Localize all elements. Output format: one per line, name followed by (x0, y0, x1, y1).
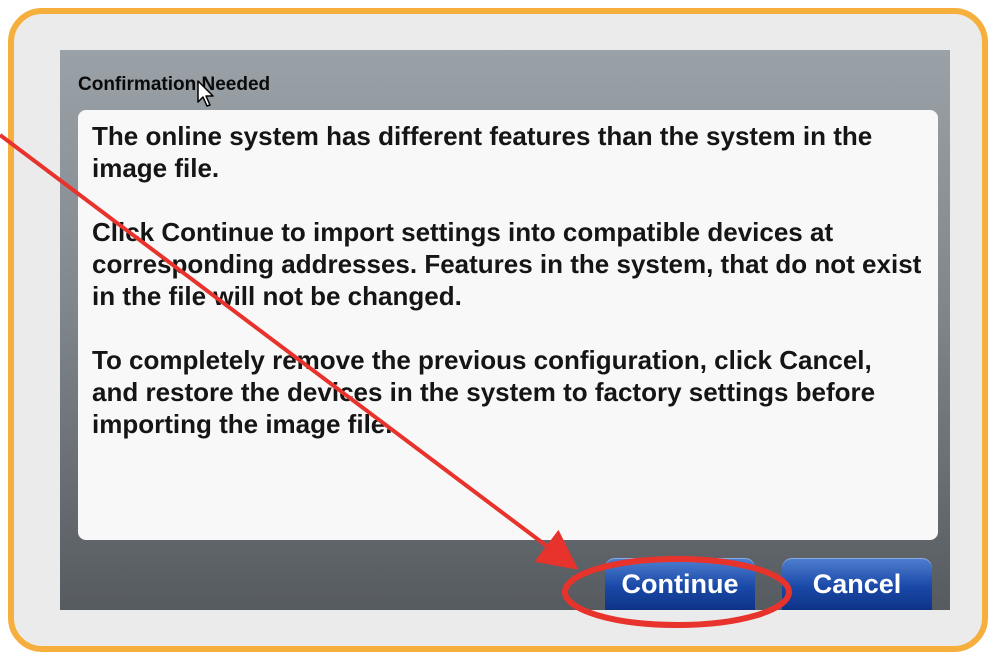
message-paragraph-3: To completely remove the previous config… (92, 345, 876, 439)
continue-button[interactable]: Continue (605, 558, 755, 610)
confirmation-dialog: Confirmation Needed The online system ha… (60, 50, 950, 610)
mouse-pointer-icon (197, 80, 214, 107)
message-paragraph-1: The online system has different features… (92, 121, 873, 183)
message-box: The online system has different features… (78, 110, 938, 540)
dialog-title: Confirmation Needed (78, 74, 271, 95)
cancel-button[interactable]: Cancel (782, 558, 932, 610)
message-paragraph-2: Click Continue to import settings into c… (92, 217, 922, 311)
